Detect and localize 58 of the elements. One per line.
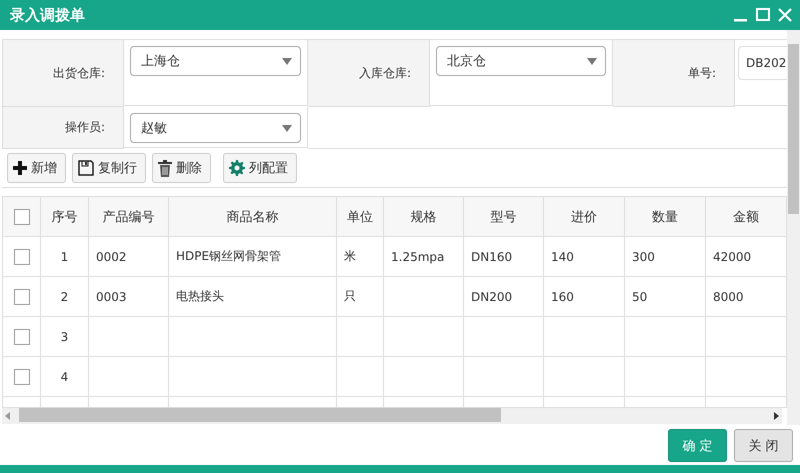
table-cell: DN160 — [464, 237, 544, 277]
window-title: 录入调拨单 — [10, 6, 85, 24]
field-label: 入库仓库: — [308, 40, 430, 107]
table-cell: 米 — [337, 237, 384, 277]
field-label: 出货仓库: — [3, 40, 124, 107]
column-header: 数量 — [625, 197, 706, 237]
table-cell — [337, 357, 384, 397]
toolbar-button[interactable]: 新增 — [7, 153, 66, 183]
select-all-checkbox[interactable] — [14, 208, 30, 224]
toolbar-button[interactable]: 复制行 — [72, 153, 146, 183]
dropdown-caret-icon — [282, 58, 292, 64]
table-cell: 300 — [625, 237, 706, 277]
vertical-scrollbar-thumb[interactable] — [788, 44, 799, 214]
field-label: 单号: — [613, 40, 735, 107]
row-checkbox[interactable] — [14, 368, 30, 384]
column-header: 进价 — [544, 197, 625, 237]
toolbar-button[interactable]: 列配置 — [223, 153, 297, 183]
column-header: 单位 — [337, 197, 384, 237]
dropdown-field[interactable]: 北京仓 — [436, 46, 606, 76]
row-checkbox[interactable] — [14, 288, 30, 304]
plus-icon — [13, 161, 27, 175]
table-cell: 0003 — [89, 277, 169, 317]
toolbar-button[interactable]: 删除 — [152, 153, 211, 183]
table-cell: 4 — [41, 357, 89, 397]
table-cell — [337, 317, 384, 357]
column-header: 金额 — [706, 197, 787, 237]
table-cell: 2 — [41, 277, 89, 317]
scroll-right-icon[interactable] — [774, 412, 779, 420]
table-cell: 1.25mpa — [384, 237, 464, 277]
column-header: 规格 — [384, 197, 464, 237]
trash-icon — [158, 160, 172, 176]
table-cell: HDPE钢丝网骨架管 — [169, 237, 337, 277]
dropdown-field[interactable]: 上海仓 — [130, 46, 301, 76]
table-cell: 0002 — [89, 237, 169, 277]
column-header: 型号 — [464, 197, 544, 237]
table-cell: DN200 — [464, 277, 544, 317]
horizontal-scrollbar-thumb[interactable] — [19, 408, 501, 422]
scroll-left-icon[interactable] — [5, 412, 10, 420]
row-checkbox[interactable] — [14, 248, 30, 264]
close-icon[interactable] — [778, 8, 792, 22]
dropdown-caret-icon — [587, 58, 597, 64]
dropdown-field[interactable]: 赵敏 — [130, 113, 301, 143]
column-header: 序号 — [41, 197, 89, 237]
dropdown-caret-icon — [282, 124, 292, 132]
table-cell: 只 — [337, 277, 384, 317]
column-header: 产品编号 — [89, 197, 169, 237]
table-cell: 160 — [544, 277, 625, 317]
close-button[interactable]: 关 闭 — [734, 429, 793, 462]
column-header: 商品名称 — [169, 197, 337, 237]
gear-icon — [229, 160, 245, 176]
table-cell: 50 — [625, 277, 706, 317]
row-checkbox[interactable] — [14, 328, 30, 344]
table-cell: 140 — [544, 237, 625, 277]
table-cell: 1 — [41, 237, 89, 277]
maximize-icon[interactable] — [756, 8, 770, 22]
table-cell: 3 — [41, 317, 89, 357]
field-label: 操作员: — [3, 107, 124, 149]
table-cell: 电热接头 — [169, 277, 337, 317]
